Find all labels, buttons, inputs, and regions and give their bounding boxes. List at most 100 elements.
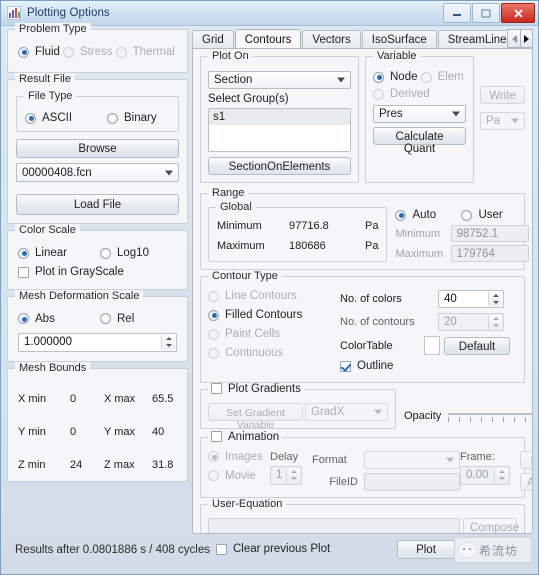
no-of-contours-spinner: 20 bbox=[438, 313, 504, 331]
format-combo bbox=[364, 450, 460, 469]
no-of-colors-spinner[interactable]: 40 bbox=[438, 290, 504, 308]
z-min-value: 24 bbox=[70, 458, 83, 471]
tab-vectors[interactable]: Vectors bbox=[302, 30, 361, 49]
checkbox-outline[interactable]: Outline bbox=[340, 360, 393, 372]
radio-abs[interactable]: Abs bbox=[18, 313, 100, 325]
chevron-down-icon bbox=[446, 457, 454, 462]
radio-dot-icon bbox=[107, 112, 118, 124]
animation-mode-options: Images Movie bbox=[208, 451, 270, 485]
delay-spinner: 1 bbox=[270, 465, 302, 485]
checkbox-plot-grayscale[interactable]: Plot in GrayScale bbox=[18, 266, 124, 278]
radio-ascii[interactable]: ASCII bbox=[25, 112, 107, 124]
file-type-legend: File Type bbox=[24, 90, 77, 102]
gradient-variable-combo: GradX bbox=[305, 402, 388, 421]
radio-continuous: Continuous bbox=[208, 347, 283, 359]
result-file-value: 00000408.fcn bbox=[22, 166, 92, 179]
checkbox-box-icon bbox=[211, 431, 222, 442]
radio-stress: Stress bbox=[63, 46, 113, 58]
radio-node[interactable]: Node bbox=[373, 71, 418, 83]
section-on-elements-button[interactable]: SectionOnElements bbox=[208, 157, 351, 175]
radio-label: Linear bbox=[35, 247, 67, 259]
spinner-arrows[interactable] bbox=[161, 334, 175, 350]
tab-grid[interactable]: Grid bbox=[192, 30, 234, 49]
format-label: Format bbox=[312, 453, 347, 466]
spinner-arrows bbox=[488, 315, 502, 329]
z-max-label: Z max bbox=[104, 458, 135, 471]
x-max-value: 65.5 bbox=[152, 392, 174, 405]
plot-button[interactable]: Plot bbox=[397, 540, 455, 559]
chevron-down-icon bbox=[337, 77, 345, 83]
compose-button: Compose bbox=[463, 517, 519, 533]
plot-on-combo[interactable]: Section bbox=[208, 71, 351, 89]
color-scale-legend: Color Scale bbox=[15, 224, 80, 236]
chevron-down-icon bbox=[452, 111, 460, 117]
minimize-button[interactable] bbox=[443, 3, 471, 23]
y-max-value: 40 bbox=[152, 425, 165, 438]
deformation-scale-spinner[interactable]: 1.000000 bbox=[18, 332, 177, 352]
user-equation-field bbox=[208, 517, 460, 533]
frame-spinner: 0.00 bbox=[460, 465, 510, 485]
chevron-down-icon bbox=[374, 409, 382, 414]
load-file-button[interactable]: Load File bbox=[16, 194, 179, 215]
user-equation-legend: User-Equation bbox=[208, 497, 287, 510]
radio-filled-contours[interactable]: Filled Contours bbox=[208, 309, 302, 321]
radio-label: ASCII bbox=[42, 112, 73, 124]
radio-line-contours: Line Contours bbox=[208, 290, 297, 302]
x-min-value: 0 bbox=[70, 392, 77, 405]
radio-label: Derived bbox=[390, 88, 430, 100]
checkbox-plot-gradients[interactable]: Plot Gradients bbox=[208, 382, 304, 395]
colortable-default-button[interactable]: Default bbox=[444, 336, 510, 355]
global-minimum-row: Minimum 97716.8 Pa bbox=[217, 220, 378, 232]
chart-bars-icon bbox=[6, 5, 22, 21]
right-tabs-pane: Grid Contours Vectors IsoSurface StreamL… bbox=[192, 29, 533, 534]
select-groups-label: Select Group(s) bbox=[208, 93, 289, 105]
dialog-content: Problem Type Fluid Stress Thermal Result… bbox=[1, 23, 538, 574]
mesh-bounds-group: Mesh Bounds X min 0 X max 65.5 Y min 0 Y… bbox=[7, 361, 188, 482]
maximize-button[interactable] bbox=[472, 3, 500, 23]
radio-log10[interactable]: Log10 bbox=[100, 247, 149, 259]
group-listbox[interactable]: s1 bbox=[208, 108, 351, 152]
tab-scroll-left-icon[interactable] bbox=[507, 29, 520, 48]
result-file-combo[interactable]: 00000408.fcn bbox=[16, 163, 179, 182]
close-button[interactable] bbox=[501, 3, 535, 23]
no-of-colors-value: 40 bbox=[444, 293, 457, 305]
global-minimum-value: 97716.8 bbox=[289, 220, 329, 232]
spinner-arrows[interactable] bbox=[488, 292, 502, 306]
calculate-quant-button[interactable]: Calculate Quant bbox=[373, 127, 466, 155]
radio-range-user[interactable]: User bbox=[461, 209, 503, 221]
radio-range-auto[interactable]: Auto bbox=[395, 209, 461, 221]
delay-label: Delay bbox=[270, 450, 299, 463]
delay-value: 1 bbox=[276, 469, 283, 481]
browse-button[interactable]: Browse bbox=[16, 139, 179, 158]
user-equation-group: User-Equation Compose bbox=[200, 497, 525, 533]
fileid-field bbox=[364, 472, 460, 491]
variable-group: Variable Node Elem Derived Pres Calculat… bbox=[365, 50, 474, 183]
checkbox-label: Clear previous Plot bbox=[233, 543, 331, 555]
radio-dot-icon bbox=[100, 313, 111, 324]
radio-linear[interactable]: Linear bbox=[18, 247, 100, 259]
checkbox-box-icon bbox=[216, 543, 227, 555]
radio-rel[interactable]: Rel bbox=[100, 313, 134, 325]
tab-scroll-controls bbox=[507, 29, 533, 48]
variable-legend: Variable bbox=[373, 50, 421, 62]
radio-dot-icon bbox=[100, 247, 111, 259]
opacity-label: Opacity bbox=[404, 409, 442, 422]
variable-combo[interactable]: Pres bbox=[373, 105, 466, 123]
opacity-slider[interactable] bbox=[448, 407, 532, 425]
tab-contours[interactable]: Contours bbox=[234, 29, 302, 49]
set-dir-button: Set Dir bbox=[520, 450, 532, 469]
radio-label: Node bbox=[390, 71, 418, 83]
colortable-swatch[interactable] bbox=[424, 336, 440, 355]
spinner-arrows bbox=[494, 467, 508, 483]
checkbox-animation[interactable]: Animation bbox=[208, 430, 283, 443]
problem-type-legend: Problem Type bbox=[15, 23, 91, 35]
tab-scroll-right-icon[interactable] bbox=[520, 29, 533, 48]
checkbox-clear-previous-plot[interactable]: Clear previous Plot bbox=[216, 543, 330, 555]
list-item[interactable]: s1 bbox=[209, 109, 350, 125]
radio-binary[interactable]: Binary bbox=[107, 112, 157, 124]
tab-isosurface[interactable]: IsoSurface bbox=[361, 30, 437, 49]
chevron-down-icon bbox=[511, 118, 519, 124]
radio-dot-icon bbox=[395, 209, 407, 221]
radio-fluid[interactable]: Fluid bbox=[18, 46, 60, 58]
range-mode-controls: Auto User Minimum 98752.1 Maximum 179764 bbox=[395, 207, 530, 262]
